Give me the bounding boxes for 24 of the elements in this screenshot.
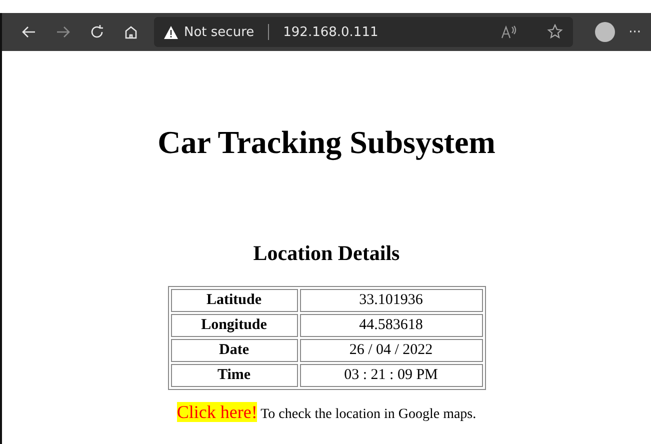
- security-label: Not secure: [184, 24, 254, 40]
- warning-icon: [164, 26, 178, 38]
- link-note: To check the location in Google maps.: [260, 407, 476, 422]
- url-text: 192.168.0.111: [283, 24, 378, 40]
- refresh-icon[interactable]: [89, 24, 105, 40]
- read-aloud-icon[interactable]: [500, 25, 517, 39]
- row-value: 26 / 04 / 2022: [300, 339, 482, 362]
- row-label: Latitude: [170, 289, 298, 312]
- favorite-star-icon[interactable]: [546, 24, 563, 40]
- row-label: Date: [170, 339, 298, 362]
- section-title: Location Details: [253, 241, 400, 266]
- row-label: Longitude: [170, 314, 298, 337]
- page-title: Car Tracking Subsystem: [158, 124, 496, 161]
- row-value: 03 : 21 : 09 PM: [300, 364, 482, 387]
- row-label: Time: [170, 364, 298, 387]
- address-bar[interactable]: Not secure 192.168.0.111: [154, 17, 573, 47]
- maps-link[interactable]: Click here!: [176, 402, 258, 422]
- row-value: 33.101936: [300, 289, 482, 312]
- profile-avatar[interactable]: [594, 22, 615, 42]
- home-icon[interactable]: [123, 24, 139, 40]
- more-menu[interactable]: ···: [628, 24, 641, 40]
- row-value: 44.583618: [300, 314, 482, 337]
- back-icon[interactable]: [21, 24, 37, 40]
- forward-icon[interactable]: [55, 24, 71, 40]
